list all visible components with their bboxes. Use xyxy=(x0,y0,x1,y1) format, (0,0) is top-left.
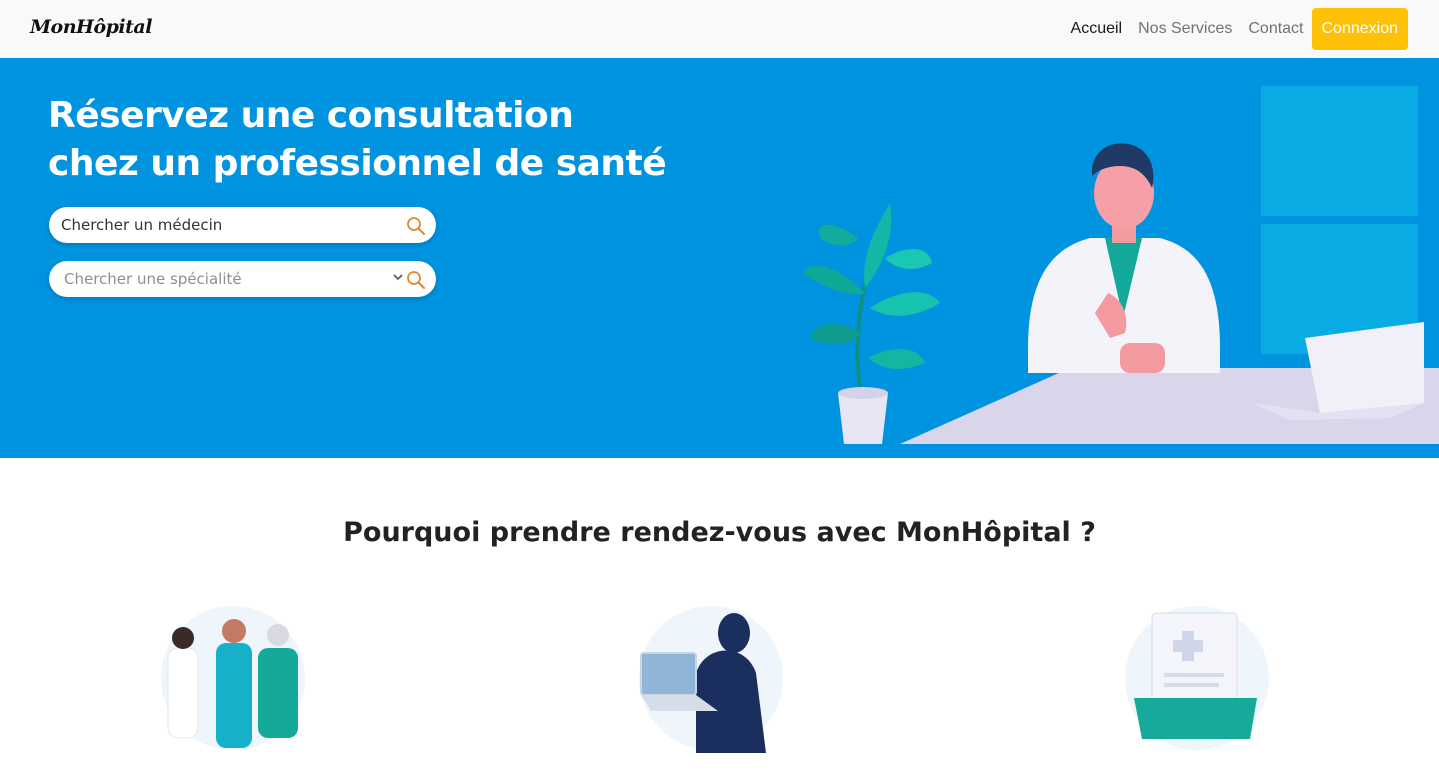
medical-team-icon xyxy=(161,606,305,750)
nav-link-contact[interactable]: Contact xyxy=(1248,20,1303,38)
doctor-illustration xyxy=(802,86,1439,444)
search-icon[interactable] xyxy=(406,216,426,236)
hero-title: Réservez une consultation chez un profes… xyxy=(48,92,667,188)
top-navbar: MonHôpital Accueil Nos Services Contact … xyxy=(0,0,1439,58)
brand-logo[interactable]: MonHôpital xyxy=(30,16,152,38)
nav-links: Accueil Nos Services Contact Connexion xyxy=(1071,8,1408,50)
plant-icon xyxy=(802,203,940,444)
chevron-down-icon xyxy=(393,274,403,281)
doctor-search-box xyxy=(49,207,436,243)
online-booking-icon xyxy=(639,606,783,753)
doctor-figure xyxy=(1028,143,1220,373)
search-icon[interactable] xyxy=(406,270,426,290)
specialty-select-box[interactable]: Chercher une spécialité xyxy=(49,261,436,297)
window-pane-top xyxy=(1261,86,1418,216)
specialty-select-placeholder: Chercher une spécialité xyxy=(64,270,242,288)
login-button[interactable]: Connexion xyxy=(1311,8,1408,50)
hero-title-line-1: Réservez une consultation xyxy=(48,95,574,136)
hero-title-line-2: chez un professionnel de santé xyxy=(48,143,667,184)
section-title: Pourquoi prendre rendez-vous avec MonHôp… xyxy=(343,517,1096,548)
nav-link-accueil[interactable]: Accueil xyxy=(1071,20,1123,38)
doctor-search-input[interactable] xyxy=(61,207,391,243)
nav-link-nos-services[interactable]: Nos Services xyxy=(1138,20,1232,38)
medical-records-icon xyxy=(1125,606,1269,750)
hero-banner: Réservez une consultation chez un profes… xyxy=(0,58,1439,458)
